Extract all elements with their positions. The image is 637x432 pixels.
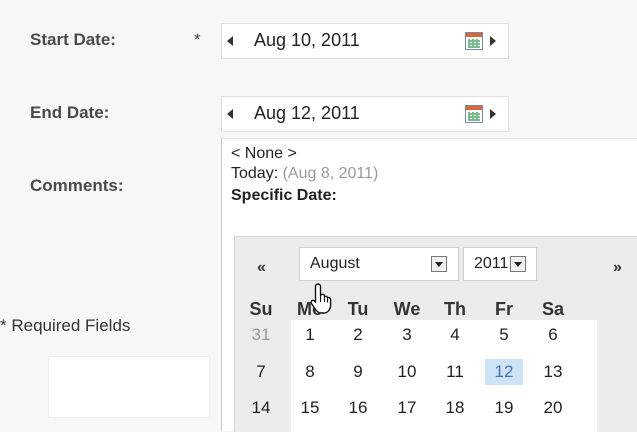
calendar-day[interactable]: 12 bbox=[485, 359, 523, 385]
calendar-day[interactable]: 7 bbox=[242, 359, 280, 385]
calendar-day[interactable]: 2 bbox=[339, 322, 377, 348]
year-select[interactable]: 2011 bbox=[463, 247, 537, 281]
start-date-label: Start Date: bbox=[30, 30, 116, 49]
weekday-header-th: Th bbox=[444, 299, 466, 319]
today-label: Today: bbox=[231, 165, 279, 182]
end-date-calendar-icon[interactable] bbox=[465, 105, 483, 123]
weekday-header-tu: Tu bbox=[347, 299, 369, 319]
year-dropdown-arrow-icon[interactable] bbox=[510, 256, 526, 272]
calendar-day[interactable]: 9 bbox=[339, 359, 377, 385]
end-date-prev-arrow-icon[interactable] bbox=[227, 109, 233, 119]
month-dropdown-arrow-icon[interactable] bbox=[431, 256, 447, 272]
end-date-value: Aug 12, 2011 bbox=[254, 103, 360, 123]
calendar-day[interactable]: 11 bbox=[436, 359, 474, 385]
calendar-day[interactable]: 8 bbox=[291, 359, 329, 385]
month-select[interactable]: August bbox=[299, 247, 459, 281]
date-dropdown-panel: < None > Today: (Aug 8, 2011) Specific D… bbox=[221, 138, 637, 432]
calendar-day[interactable]: 14 bbox=[242, 395, 280, 421]
calendar-day[interactable]: 3 bbox=[388, 322, 426, 348]
calendar-day[interactable]: 19 bbox=[485, 395, 523, 421]
start-date-next-arrow-icon[interactable] bbox=[490, 36, 496, 46]
calendar-day[interactable]: 4 bbox=[436, 322, 474, 348]
specific-date-label: Specific Date: bbox=[231, 187, 337, 204]
year-select-value: 2011 bbox=[474, 255, 509, 272]
start-date-field[interactable]: Aug 10, 2011 bbox=[221, 23, 509, 59]
start-date-picker: Aug 10, 2011 bbox=[221, 23, 521, 59]
calendar-day[interactable]: 20 bbox=[534, 395, 572, 421]
calendar-day[interactable]: 6 bbox=[534, 322, 572, 348]
today-option[interactable]: Today: (Aug 8, 2011) bbox=[231, 165, 378, 183]
end-date-field[interactable]: Aug 12, 2011 bbox=[221, 96, 509, 132]
required-fields-note: * Required Fields bbox=[0, 316, 131, 335]
none-option[interactable]: < None > bbox=[231, 145, 297, 163]
end-date-label: End Date: bbox=[30, 103, 110, 122]
comments-label: Comments: bbox=[30, 176, 124, 195]
weekday-header-sa: Sa bbox=[541, 299, 565, 319]
start-date-value: Aug 10, 2011 bbox=[254, 30, 360, 50]
month-select-value: August bbox=[310, 255, 360, 272]
calendar-day[interactable]: 10 bbox=[388, 359, 426, 385]
prev-month-button[interactable]: « bbox=[257, 259, 266, 277]
calendar-day[interactable]: 13 bbox=[534, 359, 572, 385]
weekday-header-we: We bbox=[393, 299, 421, 319]
calendar-day[interactable]: 31 bbox=[242, 322, 280, 348]
hand-pointer-cursor-icon bbox=[310, 283, 332, 314]
start-date-prev-arrow-icon[interactable] bbox=[227, 36, 233, 46]
calendar-widget: « August 2011 » Su Mo Tu We Th Fr Sa 31 1 2 3 4 5 6 7 8… bbox=[234, 236, 637, 432]
today-value: (Aug 8, 2011) bbox=[282, 165, 379, 182]
comments-textarea[interactable] bbox=[48, 356, 210, 418]
weekday-header-su: Su bbox=[249, 299, 273, 319]
calendar-day[interactable]: 18 bbox=[436, 395, 474, 421]
weekday-header-fr: Fr bbox=[495, 299, 513, 319]
calendar-day[interactable]: 1 bbox=[291, 322, 329, 348]
end-date-picker: Aug 12, 2011 bbox=[221, 96, 521, 132]
calendar-day[interactable]: 5 bbox=[485, 322, 523, 348]
required-star: * bbox=[194, 30, 201, 49]
next-month-button[interactable]: » bbox=[613, 259, 622, 277]
calendar-day[interactable]: 16 bbox=[339, 395, 377, 421]
start-date-calendar-icon[interactable] bbox=[465, 32, 483, 50]
end-date-next-arrow-icon[interactable] bbox=[490, 109, 496, 119]
calendar-day[interactable]: 17 bbox=[388, 395, 426, 421]
calendar-day[interactable]: 15 bbox=[291, 395, 329, 421]
